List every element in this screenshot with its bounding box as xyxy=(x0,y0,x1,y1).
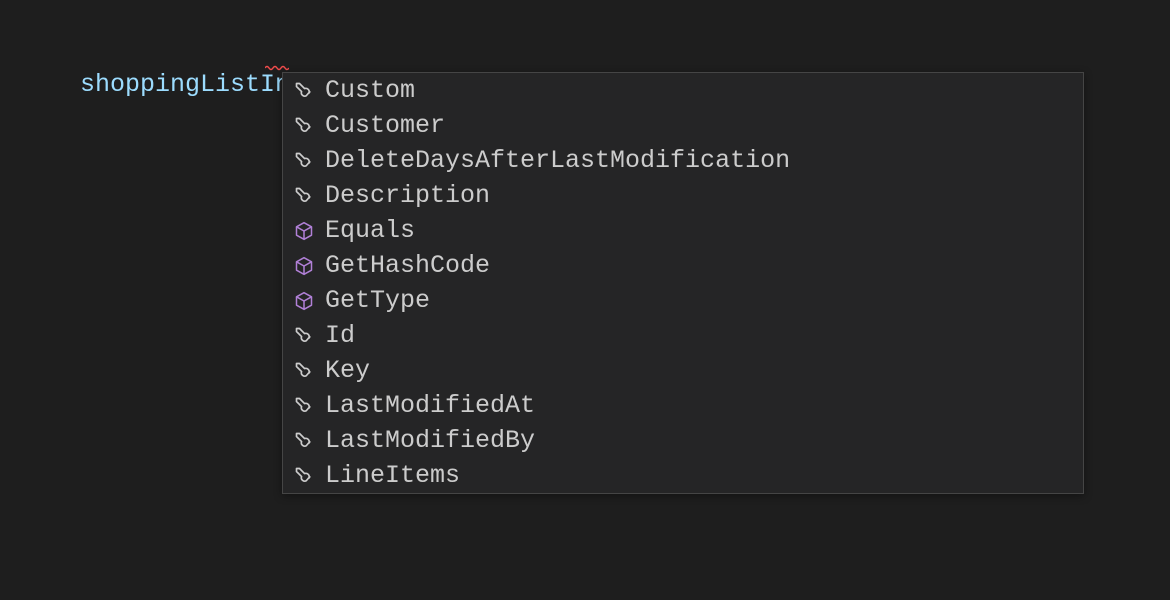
intellisense-item[interactable]: Custom xyxy=(283,73,1083,108)
intellisense-item[interactable]: Key xyxy=(283,353,1083,388)
intellisense-label: Customer xyxy=(325,113,445,138)
intellisense-item[interactable]: Description xyxy=(283,178,1083,213)
intellisense-label: Description xyxy=(325,183,490,208)
intellisense-label: LastModifiedAt xyxy=(325,393,535,418)
intellisense-label: LastModifiedBy xyxy=(325,428,535,453)
intellisense-item[interactable]: LastModifiedBy xyxy=(283,423,1083,458)
cube-icon xyxy=(293,220,315,242)
intellisense-label: GetHashCode xyxy=(325,253,490,278)
intellisense-label: Equals xyxy=(325,218,415,243)
wrench-icon xyxy=(293,465,315,487)
wrench-icon xyxy=(293,185,315,207)
wrench-icon xyxy=(293,325,315,347)
intellisense-item[interactable]: LastModifiedAt xyxy=(283,388,1083,423)
wrench-icon xyxy=(293,360,315,382)
intellisense-item[interactable]: LineItems xyxy=(283,458,1083,493)
cube-icon xyxy=(293,255,315,277)
intellisense-item[interactable]: GetHashCode xyxy=(283,248,1083,283)
wrench-icon xyxy=(293,115,315,137)
intellisense-item[interactable]: DeleteDaysAfterLastModification xyxy=(283,143,1083,178)
wrench-icon xyxy=(293,430,315,452)
intellisense-label: LineItems xyxy=(325,463,460,488)
intellisense-label: DeleteDaysAfterLastModification xyxy=(325,148,790,173)
intellisense-item[interactable]: Customer xyxy=(283,108,1083,143)
intellisense-item[interactable]: Equals xyxy=(283,213,1083,248)
wrench-icon xyxy=(293,395,315,417)
intellisense-label: GetType xyxy=(325,288,430,313)
code-editor[interactable]: shoppingListInfo. Custom Customer xyxy=(0,0,1170,600)
intellisense-item[interactable]: GetType xyxy=(283,283,1083,318)
wrench-icon xyxy=(293,80,315,102)
intellisense-label: Id xyxy=(325,323,355,348)
intellisense-label: Custom xyxy=(325,78,415,103)
intellisense-label: Key xyxy=(325,358,370,383)
intellisense-popup[interactable]: Custom Customer DeleteDaysAfterLastModif… xyxy=(282,72,1084,494)
intellisense-item[interactable]: Id xyxy=(283,318,1083,353)
wrench-icon xyxy=(293,150,315,172)
cube-icon xyxy=(293,290,315,312)
